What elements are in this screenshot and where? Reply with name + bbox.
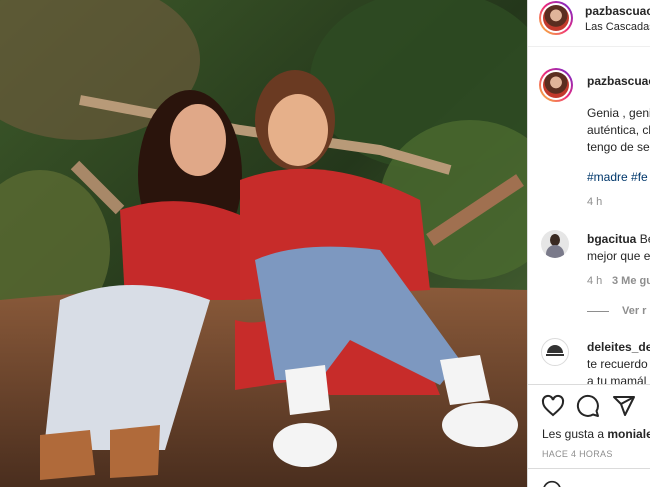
caption-line-1: Genia , geni [587, 106, 650, 120]
header-location[interactable]: Las Cascadas, [585, 21, 650, 33]
view-replies-line [587, 311, 609, 312]
comment-2-text-line-2: a tu mamál [587, 374, 647, 388]
likes-text: Les gusta a [542, 427, 605, 441]
bottom-divider [528, 468, 650, 469]
comment-1-username[interactable]: bgacitua [587, 232, 636, 246]
view-replies-link[interactable]: Ver r [622, 305, 646, 317]
caption-time[interactable]: 4 h [587, 196, 602, 208]
comment-1: bgacitua Be [587, 232, 650, 246]
caption-line-3: tengo de se [587, 140, 650, 154]
caption-line-2: auténtica, cl [587, 123, 650, 137]
emoji-icon[interactable] [542, 480, 562, 487]
actions-divider [528, 384, 650, 385]
comment-1-text-line-2: mejor que e [587, 249, 650, 263]
share-icon[interactable] [612, 394, 636, 418]
header-divider [528, 46, 650, 47]
post-photo[interactable] [0, 0, 527, 487]
comment-2-username[interactable]: deleites_de [587, 340, 650, 354]
likes-user[interactable]: moniale [607, 427, 650, 441]
comment-icon[interactable] [576, 394, 600, 418]
author-avatar[interactable] [539, 1, 573, 35]
heart-icon[interactable] [541, 394, 565, 418]
comment-1-time[interactable]: 4 h [587, 275, 602, 287]
comment-1-likes[interactable]: 3 Me gust [612, 275, 650, 287]
likes-summary: Les gusta a moniale [542, 427, 650, 441]
comment-2-text-line-1: te recuerdo [587, 357, 648, 371]
comment-avatar-deleites[interactable] [541, 338, 569, 366]
photo-illustration [0, 0, 527, 487]
post-side-panel: pazbascuac Las Cascadas, pazbascuac Geni… [527, 0, 650, 487]
caption-username[interactable]: pazbascuac [587, 74, 650, 88]
header-username[interactable]: pazbascuac [585, 4, 650, 18]
comment-avatar-bgacitua[interactable] [541, 230, 569, 258]
comment-1-text: Be [639, 232, 650, 246]
caption-hashtags[interactable]: #madre #fe [587, 170, 648, 184]
post-timestamp[interactable]: HACE 4 HORAS [542, 449, 613, 459]
caption-avatar[interactable] [539, 68, 573, 102]
